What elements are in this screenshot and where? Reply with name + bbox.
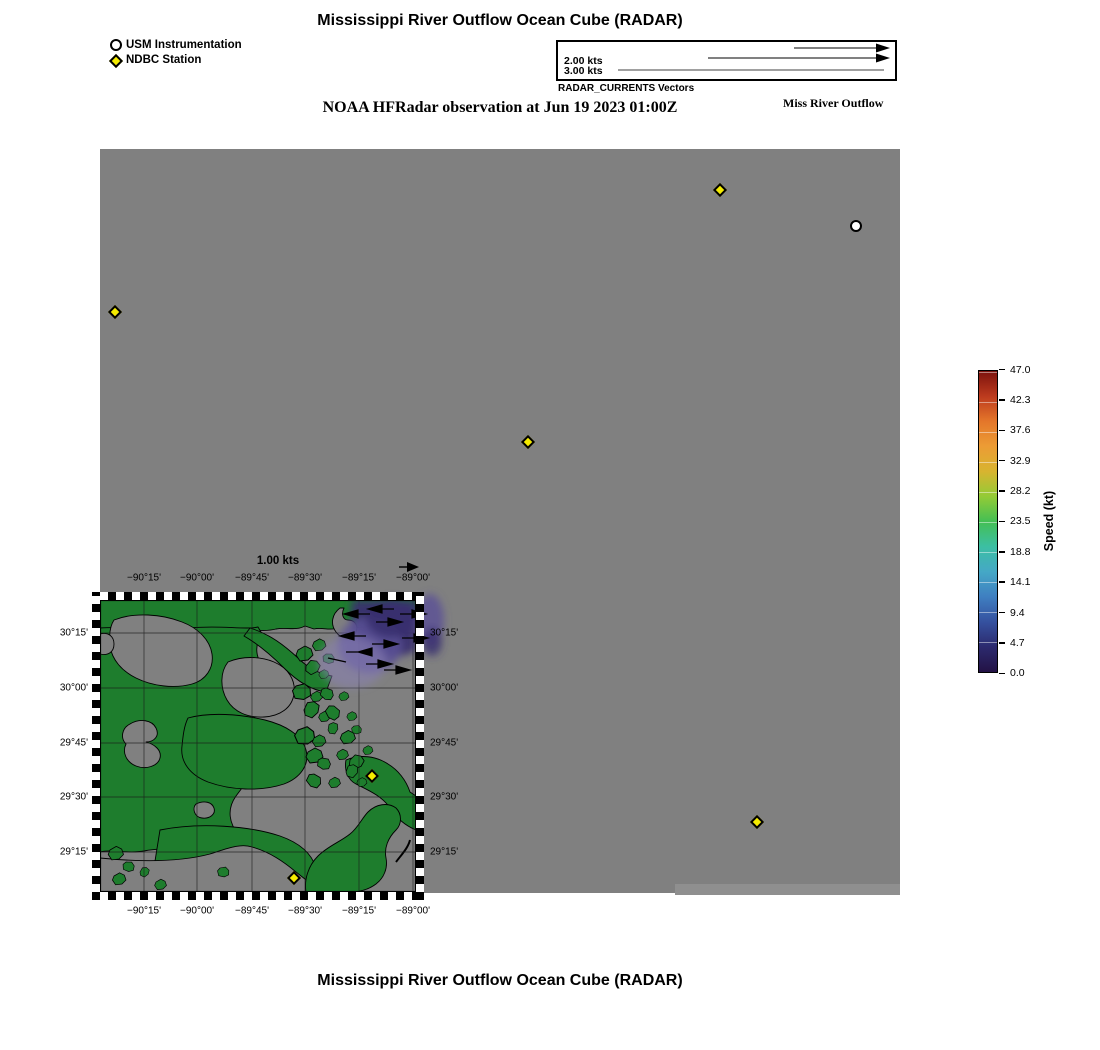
lat-label-left: 29°30' xyxy=(60,792,88,803)
colorbar-tick: 28.2 xyxy=(999,486,1030,497)
tick-value: 14.1 xyxy=(1010,576,1030,588)
vector-scale-caption: RADAR_CURRENTS Vectors xyxy=(558,83,694,94)
lon-label-top: −90°15' xyxy=(127,573,161,584)
tick-value: 9.4 xyxy=(1010,607,1025,619)
checker-border-right xyxy=(416,592,424,900)
lat-label-right: 29°15' xyxy=(430,847,458,858)
tick-mark xyxy=(999,551,1005,553)
lon-label-bottom: −90°15' xyxy=(127,906,161,917)
inset-scale-label: 1.00 kts xyxy=(240,555,316,567)
speed-colorbar xyxy=(978,370,998,673)
map-edge-strip xyxy=(675,884,900,895)
lat-label-left: 29°15' xyxy=(60,847,88,858)
tick-mark xyxy=(999,430,1005,432)
colorbar-tick-labels: 47.0 42.3 37.6 32.9 28.2 23.5 18.8 14.1 9.4 4.7 0.… xyxy=(999,364,1030,679)
legend-row-usm: USM Instrumentation xyxy=(110,37,242,52)
tick-mark xyxy=(999,521,1005,523)
figure-canvas: Mississippi River Outflow Ocean Cube (RA… xyxy=(0,0,1100,1050)
tick-value: 47.0 xyxy=(1010,364,1030,376)
tick-value: 32.9 xyxy=(1010,455,1030,467)
lon-label-top: −89°15' xyxy=(342,573,376,584)
tick-mark xyxy=(999,612,1005,614)
tick-mark xyxy=(999,642,1005,644)
station-legend: USM Instrumentation NDBC Station xyxy=(110,37,242,67)
checker-border-bottom xyxy=(92,892,424,900)
tick-value: 37.6 xyxy=(1010,424,1030,436)
lon-label-top: −90°00' xyxy=(180,573,214,584)
lon-label-bottom: −89°15' xyxy=(342,906,376,917)
colorbar-tick-lines xyxy=(979,371,997,672)
colorbar-tick: 14.1 xyxy=(999,577,1030,588)
lat-label-right: 30°00' xyxy=(430,683,458,694)
legend-row-ndbc: NDBC Station xyxy=(110,52,242,67)
usm-station-marker xyxy=(850,220,862,232)
figure-title-bottom: Mississippi River Outflow Ocean Cube (RA… xyxy=(0,972,1000,990)
lat-label-right: 30°15' xyxy=(430,628,458,639)
lat-label-left: 30°00' xyxy=(60,683,88,694)
coastline-drawing xyxy=(100,600,416,892)
tick-value: 4.7 xyxy=(1010,637,1025,649)
tick-value: 28.2 xyxy=(1010,485,1030,497)
lon-label-bottom: −89°45' xyxy=(235,906,269,917)
colorbar-tick: 9.4 xyxy=(999,607,1030,618)
lat-label-right: 29°45' xyxy=(430,738,458,749)
usm-circle-icon xyxy=(110,39,122,51)
figure-title-top: Mississippi River Outflow Ocean Cube (RA… xyxy=(0,12,1000,30)
tick-mark xyxy=(999,490,1005,492)
lat-label-right: 29°30' xyxy=(430,792,458,803)
tick-value: 18.8 xyxy=(1010,546,1030,558)
tick-value: 23.5 xyxy=(1010,515,1030,527)
region-annotation: Miss River Outflow xyxy=(783,96,943,111)
lon-label-top: −89°45' xyxy=(235,573,269,584)
colorbar-tick: 23.5 xyxy=(999,516,1030,527)
lon-label-top: −89°00' xyxy=(396,573,430,584)
lon-label-bottom: −90°00' xyxy=(180,906,214,917)
lon-label-top: −89°30' xyxy=(288,573,322,584)
colorbar-tick: 37.6 xyxy=(999,425,1030,436)
tick-mark xyxy=(999,369,1005,371)
colorbar-tick: 47.0 xyxy=(999,364,1030,375)
ndbc-diamond-icon xyxy=(109,53,123,67)
tick-mark xyxy=(999,460,1005,462)
inset-map-area xyxy=(100,600,416,892)
colorbar-tick: 42.3 xyxy=(999,394,1030,405)
tick-mark xyxy=(999,581,1005,583)
checker-border-left xyxy=(92,592,100,900)
tick-value: 0.0 xyxy=(1010,667,1025,679)
vector-scale-arrows xyxy=(558,42,891,75)
colorbar-tick: 18.8 xyxy=(999,546,1030,557)
colorbar-tick: 4.7 xyxy=(999,638,1030,649)
lon-label-bottom: −89°30' xyxy=(288,906,322,917)
checker-border-top xyxy=(92,592,424,600)
vector-scale-3kt-label: 3.00 kts xyxy=(564,65,603,77)
tick-value: 42.3 xyxy=(1010,394,1030,406)
inset-coastal-map xyxy=(92,592,424,900)
colorbar-tick: 32.9 xyxy=(999,455,1030,466)
lon-label-bottom: −89°00' xyxy=(396,906,430,917)
vector-scale-box: 2.00 kts 3.00 kts xyxy=(556,40,897,81)
legend-label-usm: USM Instrumentation xyxy=(126,39,242,51)
lat-label-left: 30°15' xyxy=(60,628,88,639)
colorbar-title: Speed (kt) xyxy=(1042,491,1056,551)
tick-mark xyxy=(999,673,1005,675)
colorbar-tick: 0.0 xyxy=(999,668,1030,679)
legend-label-ndbc: NDBC Station xyxy=(126,54,201,66)
lat-label-left: 29°45' xyxy=(60,738,88,749)
tick-mark xyxy=(999,399,1005,401)
